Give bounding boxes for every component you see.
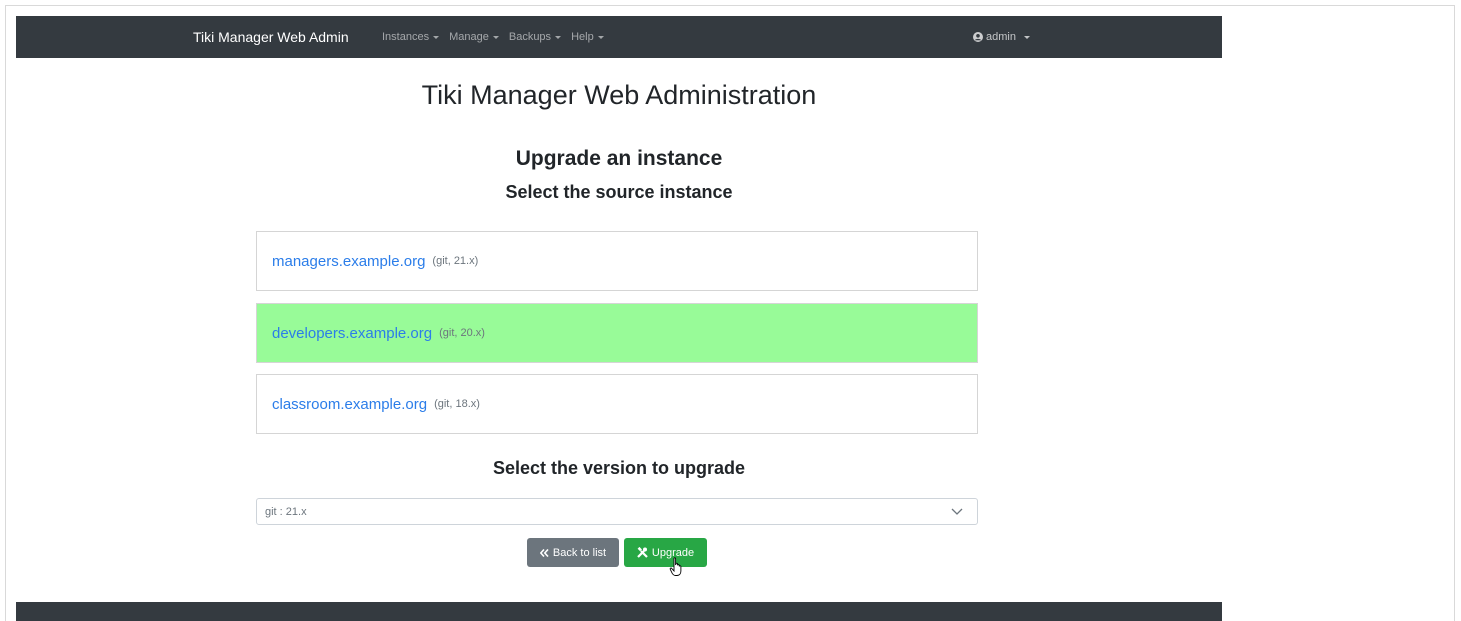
version-select-value: git : 21.x xyxy=(265,505,307,518)
page-footer xyxy=(16,602,1222,621)
user-name: admin xyxy=(986,31,1016,43)
hand-pointer-icon xyxy=(669,557,682,576)
back-to-list-label: Back to list xyxy=(552,546,607,559)
instance-meta: (git, 21.x) xyxy=(432,255,479,267)
navbar-brand[interactable]: Tiki Manager Web Admin xyxy=(193,16,349,58)
nav-item-help[interactable]: Help xyxy=(571,31,604,43)
nav-item-label: Instances xyxy=(382,31,430,43)
nav-item-label: Backups xyxy=(508,31,552,43)
caret-down-icon xyxy=(492,35,499,39)
caret-down-icon xyxy=(555,35,562,39)
caret-down-icon xyxy=(433,35,440,39)
caret-down-icon xyxy=(597,35,604,39)
upgrade-button[interactable]: Upgrade xyxy=(624,538,707,567)
instance-link[interactable]: managers.example.org xyxy=(272,253,425,270)
instance-item-managers[interactable]: managers.example.org (git, 21.x) xyxy=(256,231,978,291)
nav-item-label: Help xyxy=(571,31,594,43)
version-select[interactable]: git : 21.x xyxy=(256,498,978,525)
section-title: Upgrade an instance xyxy=(515,147,723,170)
instance-meta: (git, 18.x) xyxy=(434,398,480,410)
chevron-down-icon xyxy=(951,508,963,515)
nav-item-manage[interactable]: Manage xyxy=(449,31,499,43)
navbar-menu: Instances Manage Backups Help xyxy=(382,16,604,58)
nav-item-backups[interactable]: Backups xyxy=(508,31,562,43)
instance-item-developers[interactable]: developers.example.org (git, 20.x) xyxy=(256,303,978,363)
instance-link[interactable]: classroom.example.org xyxy=(272,396,427,413)
version-title: Select the version to upgrade xyxy=(492,458,746,478)
nav-item-instances[interactable]: Instances xyxy=(382,31,440,43)
page-title: Tiki Manager Web Administration xyxy=(421,80,817,110)
instance-meta: (git, 20.x) xyxy=(439,327,485,339)
tools-icon xyxy=(637,547,648,558)
double-chevron-left-icon xyxy=(539,548,549,557)
instance-item-classroom[interactable]: classroom.example.org (git, 18.x) xyxy=(256,374,978,434)
back-to-list-button[interactable]: Back to list xyxy=(527,538,619,567)
instance-link[interactable]: developers.example.org xyxy=(272,325,432,342)
caret-down-icon xyxy=(1023,35,1030,39)
section-subtitle: Select the source instance xyxy=(505,182,733,202)
top-navbar: Tiki Manager Web Admin Instances Manage … xyxy=(16,16,1222,58)
user-circle-icon xyxy=(973,32,983,42)
user-menu[interactable]: admin xyxy=(973,16,1030,58)
nav-item-label: Manage xyxy=(449,31,489,43)
